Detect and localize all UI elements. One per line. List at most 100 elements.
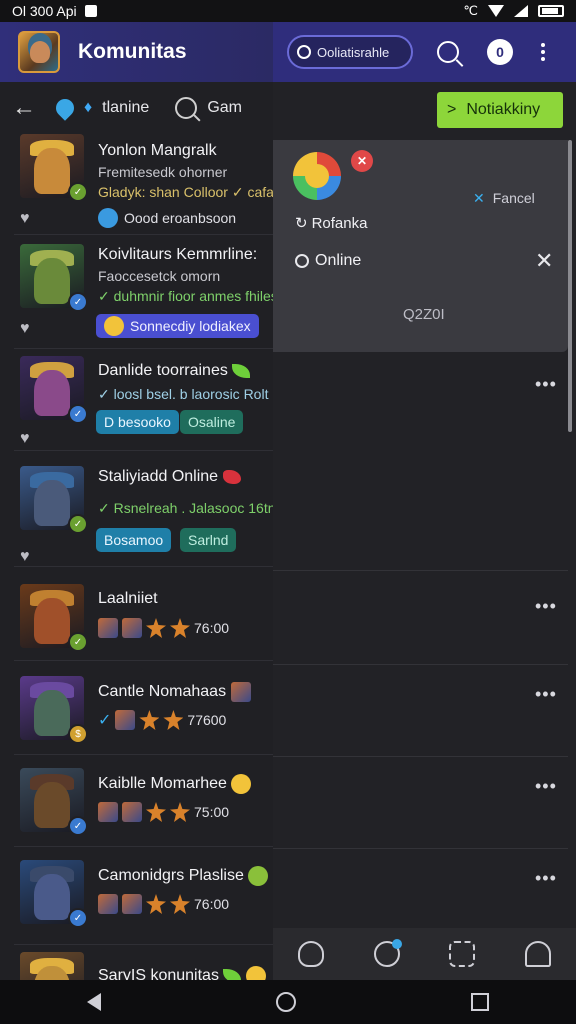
system-home-icon[interactable] <box>275 992 296 1012</box>
divider <box>14 754 273 755</box>
system-back-icon[interactable] <box>87 993 102 1011</box>
wifi-icon <box>488 5 504 17</box>
community-subtitle: Faoccesetck omorn <box>98 268 221 284</box>
badge-icon: ✓ <box>68 182 88 202</box>
chip-label: Oood eroanbsoon <box>124 210 237 226</box>
user-avatar[interactable] <box>293 152 341 200</box>
divider <box>14 450 273 451</box>
community-title-text: SaryIS konunitas <box>98 967 219 980</box>
bottom-nav <box>273 928 576 980</box>
cancel-label: Fancel <box>492 190 535 206</box>
more-options-icon[interactable]: ••• <box>535 776 557 797</box>
community-chip[interactable]: Sonnecdiy lodiakex <box>96 314 259 338</box>
system-nav-bar <box>0 980 576 1024</box>
star-icon <box>170 894 190 914</box>
favorite-icon[interactable]: ♥ <box>20 320 30 338</box>
favorite-icon[interactable]: ♥ <box>20 548 30 566</box>
filter-tab-tlanine[interactable]: tlanine <box>102 99 149 117</box>
badge-icon: ✓ <box>68 292 88 312</box>
gear-icon[interactable]: 0 <box>487 39 513 65</box>
community-chip[interactable]: Bosamoo <box>96 528 172 552</box>
filter-tab-gam[interactable]: Gam <box>207 99 242 117</box>
community-time: 75:00 <box>194 804 230 820</box>
game-icon <box>230 682 251 702</box>
badge-icon: $ <box>68 724 88 744</box>
search-button-icon[interactable] <box>437 41 459 63</box>
community-chip[interactable]: Oood eroanbsoon <box>98 206 236 230</box>
badge-icon: ✓ <box>68 908 88 928</box>
drop-icon[interactable] <box>52 95 78 121</box>
community-time: 76:00 <box>194 620 230 636</box>
arrow-right-icon: > <box>447 101 457 118</box>
filter-bar: ← ♦ tlanine Gam <box>0 82 273 134</box>
community-chip-secondary[interactable]: Sarlnd <box>180 528 237 552</box>
divider <box>273 664 568 665</box>
right-header: Ooliatisrahle 0 <box>273 22 576 82</box>
community-thumbnail: ✓ <box>20 244 88 312</box>
notification-button[interactable]: > Notiakkiny <box>437 92 563 128</box>
explore-icon[interactable] <box>297 941 324 967</box>
badge-icon: ✓ <box>68 404 88 424</box>
check-icon: ✓ <box>98 712 112 729</box>
community-title-text: Staliyiadd Online <box>98 468 219 485</box>
profile-icon[interactable] <box>525 941 552 967</box>
member-avatar <box>122 894 142 914</box>
divider <box>273 570 568 571</box>
more-options-icon[interactable]: ••• <box>535 868 557 889</box>
divider <box>14 660 273 661</box>
leaf-icon <box>232 363 251 378</box>
search-icon <box>297 45 311 59</box>
online-option[interactable]: Online <box>295 252 361 270</box>
more-options-icon[interactable]: ••• <box>535 374 557 395</box>
more-options-icon[interactable]: ••• <box>535 596 557 617</box>
more-vertical-icon[interactable] <box>541 43 545 61</box>
badge-icon: ✓ <box>68 816 88 836</box>
radio-icon <box>295 254 309 268</box>
community-chip[interactable]: D besooko <box>96 410 179 434</box>
notification-button-label: Notiakkiny <box>466 101 541 118</box>
system-recents-icon[interactable] <box>470 993 489 1011</box>
user-code: Q2Z0I <box>403 306 445 323</box>
search-icon[interactable] <box>175 97 198 119</box>
member-avatar <box>98 618 118 638</box>
favorite-icon[interactable]: ♥ <box>20 430 30 448</box>
divider <box>273 756 568 757</box>
cancel-link[interactable]: ✕ Fancel <box>473 190 535 207</box>
star-icon <box>139 710 160 730</box>
star-icon <box>170 618 190 638</box>
emoji-icon <box>231 774 252 794</box>
remove-badge-icon[interactable]: ✕ <box>351 150 373 172</box>
people-icon[interactable] <box>449 941 476 967</box>
community-title: Staliyiadd Online <box>98 468 241 486</box>
refresh-icon: ↻ <box>295 215 308 232</box>
search-pill[interactable]: Ooliatisrahle <box>287 35 413 69</box>
chat-icon[interactable] <box>373 939 402 967</box>
member-avatar <box>115 710 136 730</box>
community-title-text: Kaiblle Momarhee <box>98 775 227 793</box>
favorite-icon[interactable]: ♥ <box>20 210 30 228</box>
x-icon: ✕ <box>473 190 485 206</box>
community-title-text: Cantle Nomahaas <box>98 683 227 701</box>
emoji-icon <box>98 208 118 228</box>
member-icons-row: 76:00 <box>98 618 229 638</box>
scrollbar[interactable] <box>568 140 572 432</box>
divider <box>14 846 273 847</box>
user-name: ↻ Rofanka <box>295 214 367 232</box>
status-right-text: ℃ <box>463 3 478 18</box>
community-thumbnail: ✓ <box>20 768 88 836</box>
star-icon <box>146 894 166 914</box>
emoji-icon <box>104 316 124 336</box>
close-icon[interactable]: ✕ <box>535 248 553 274</box>
community-thumbnail: ✓ <box>20 584 88 652</box>
status-time: Ol 300 Api <box>12 3 77 19</box>
back-arrow-icon[interactable]: ← <box>12 94 40 122</box>
member-avatar <box>98 802 118 822</box>
app-logo[interactable] <box>18 31 60 73</box>
emoji-icon <box>245 966 266 980</box>
more-options-icon[interactable]: ••• <box>535 684 557 705</box>
notification-icon <box>84 5 97 17</box>
community-chip-secondary[interactable]: Osaline <box>180 410 244 434</box>
gem-red-icon <box>222 469 241 484</box>
community-thumbnail: ✓ <box>20 466 88 534</box>
star-icon <box>146 618 166 638</box>
